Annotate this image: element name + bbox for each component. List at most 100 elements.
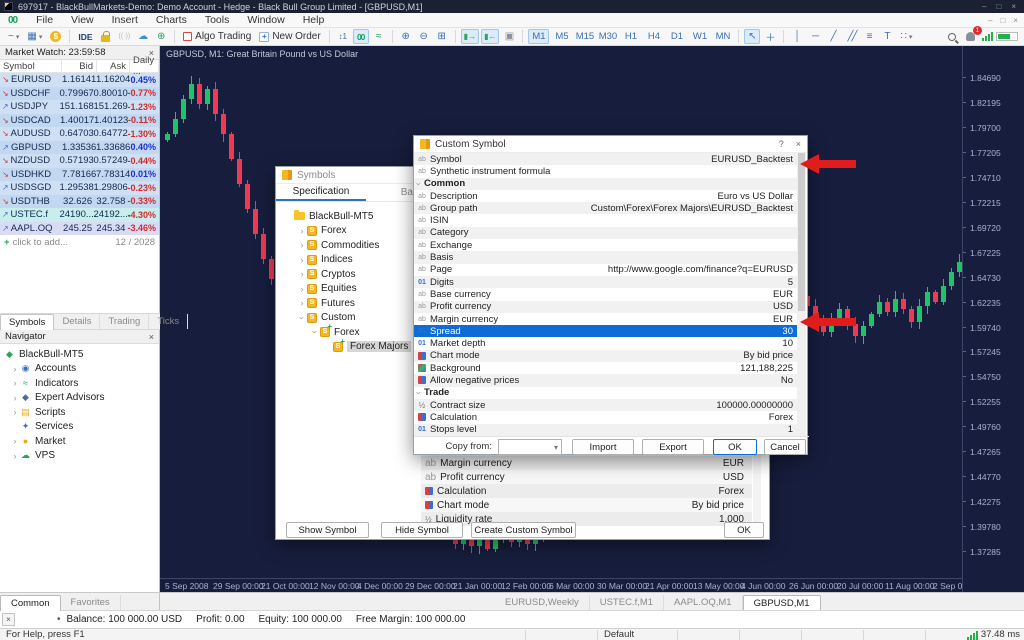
symbols-tree-item-forex-majors[interactable]: SForex Majors (284, 340, 421, 355)
tab-symbols[interactable]: Symbols (0, 314, 54, 330)
zoom-out-button[interactable]: ⊖ (416, 29, 432, 44)
deposit-button[interactable]: $ (47, 29, 64, 44)
help-button[interactable]: ? (779, 139, 784, 149)
symbols-tree-item-cryptos[interactable]: ›SCryptos (284, 267, 421, 282)
expand-chevron-icon[interactable]: › (297, 313, 307, 323)
ok-button[interactable]: OK (713, 439, 757, 455)
cancel-button[interactable]: Cancel (764, 439, 806, 455)
chart-tab-aapl-oq-m1[interactable]: AAPL.OQ,M1 (664, 595, 743, 610)
section-chevron-icon[interactable]: › (414, 179, 424, 189)
tab-favorites[interactable]: Favorites (61, 595, 121, 610)
trendline-tool-button[interactable]: ╱ (825, 29, 841, 44)
market-watch-row-aapl.oq[interactable]: ↗AAPL.OQ245.25245.34-3.46% (0, 222, 159, 236)
chart-shift-button[interactable]: ▮← (481, 29, 499, 44)
vertical-line-tool-button[interactable]: │ (789, 29, 805, 44)
close-button[interactable]: × (1011, 2, 1016, 11)
expand-chevron-icon[interactable]: › (297, 255, 307, 265)
market-watch-row-eurusd[interactable]: ↘EURUSD1.161411.162040.45% (0, 73, 159, 87)
timeframe-m30[interactable]: M30 (597, 29, 618, 44)
timeframe-m1[interactable]: M1 (528, 29, 549, 44)
column-bid[interactable]: Bid (62, 60, 97, 72)
menu-tools[interactable]: Tools (196, 14, 239, 26)
expand-chevron-icon[interactable]: › (297, 298, 307, 308)
symbols-tree-item-futures[interactable]: ›SFutures (284, 296, 421, 311)
custom-property-background[interactable]: Background121,188,225 (414, 362, 799, 374)
show-symbol-button[interactable]: Show Symbol (286, 522, 369, 538)
custom-property-margin-currency[interactable]: abMargin currencyEUR (414, 313, 799, 325)
search-button[interactable] (944, 29, 960, 44)
chart-type-button[interactable]: ~▾ (5, 29, 22, 44)
custom-property-description[interactable]: abDescriptionEuro vs US Dollar (414, 190, 799, 202)
import-button[interactable]: Import (572, 439, 634, 455)
timeframe-w1[interactable]: W1 (689, 29, 710, 44)
menu-insert[interactable]: Insert (103, 14, 147, 26)
custom-property-stops-level[interactable]: 01Stops level1 (414, 424, 799, 436)
market-watch-add-row[interactable]: + click to add... 12 / 2028 (0, 235, 159, 249)
web-terminal-button[interactable]: ⊕ (153, 29, 169, 44)
custom-symbol-scrollbar[interactable] (797, 153, 806, 436)
algo-trading-button[interactable]: Algo Trading (180, 29, 254, 44)
expand-chevron-icon[interactable]: › (297, 284, 307, 294)
copy-from-dropdown[interactable]: ▾ (498, 439, 562, 455)
chart-tab-ustec-f-m1[interactable]: USTEC.f,M1 (590, 595, 664, 610)
shapes-tool-button[interactable]: ∷▾ (897, 29, 915, 44)
navigator-item-expert-advisors[interactable]: ›◆Expert Advisors (0, 391, 159, 406)
create-custom-symbol-button[interactable]: Create Custom Symbol (471, 522, 576, 538)
toolbox-close-button[interactable]: × (2, 613, 15, 626)
custom-property-synthetic-instrument-formula[interactable]: abSynthetic instrument formula (414, 165, 799, 177)
candlestick-chart-button[interactable]: 00 (353, 29, 369, 44)
custom-property-category[interactable]: abCategory (414, 227, 799, 239)
expand-chevron-icon[interactable]: › (10, 451, 20, 461)
timeframe-h1[interactable]: H1 (620, 29, 641, 44)
fibonacci-tool-button[interactable]: ≡ (861, 29, 877, 44)
column-daily[interactable]: Daily ... (130, 60, 159, 72)
timeframe-m5[interactable]: M5 (551, 29, 572, 44)
symbols-tree-item-commodities[interactable]: ›SCommodities (284, 238, 421, 253)
signal-button[interactable]: ((·)) (116, 29, 134, 44)
property-row-chart-mode[interactable]: Chart modeBy bid price (421, 498, 752, 512)
timeframe-h4[interactable]: H4 (643, 29, 664, 44)
property-row-margin-currency[interactable]: abMargin currencyEUR (421, 456, 752, 470)
chart-tab-eurusd-weekly[interactable]: EURUSD,Weekly (495, 595, 590, 610)
navigator-item-indicators[interactable]: ›≈Indicators (0, 376, 159, 391)
symbols-ok-button[interactable]: OK (724, 522, 764, 538)
custom-symbol-close-icon[interactable]: × (796, 139, 801, 149)
menu-charts[interactable]: Charts (147, 14, 196, 26)
property-row-profit-currency[interactable]: abProfit currencyUSD (421, 470, 752, 484)
custom-property-isin[interactable]: abISIN (414, 214, 799, 226)
symbols-tree-item-forex[interactable]: ›SForex (284, 224, 421, 239)
property-row-calculation[interactable]: CalculationForex (421, 484, 752, 498)
child-minimize-button[interactable]: – (988, 16, 992, 25)
market-watch-row-usdsgd[interactable]: ↗USDSGD1.295381.29806-0.23% (0, 181, 159, 195)
auto-scroll-button[interactable]: ▮→ (461, 29, 479, 44)
custom-property-calculation[interactable]: CalculationForex (414, 411, 799, 423)
timeframe-m15[interactable]: M15 (574, 29, 595, 44)
custom-property-page[interactable]: abPagehttp://www.google.com/finance?q=EU… (414, 264, 799, 276)
custom-property-contract-size[interactable]: ½Contract size100000.00000000 (414, 399, 799, 411)
text-tool-button[interactable]: T (879, 29, 895, 44)
timeframe-d1[interactable]: D1 (666, 29, 687, 44)
notifications-button[interactable]: 1 (962, 29, 978, 44)
menu-file[interactable]: File (27, 14, 62, 26)
custom-property-exchange[interactable]: abExchange (414, 239, 799, 251)
symbols-tree-item-equities[interactable]: ›SEquities (284, 282, 421, 297)
market-watch-row-usdjpy[interactable]: ↗USDJPY151.168151.269-1.23% (0, 100, 159, 114)
expand-chevron-icon[interactable]: › (10, 378, 20, 388)
market-watch-row-audusd[interactable]: ↘AUDUSD0.647030.64772-1.30% (0, 127, 159, 141)
expand-chevron-icon[interactable]: › (10, 393, 20, 403)
channel-tool-button[interactable]: ╱╱ (843, 29, 859, 44)
expand-chevron-icon[interactable]: › (10, 436, 20, 446)
custom-property-symbol[interactable]: abSymbolEURUSD_Backtest (414, 153, 799, 165)
symbols-tree-item-forex[interactable]: ›SForex (284, 325, 421, 340)
custom-property-spread[interactable]: 01Spread30 (414, 325, 799, 337)
symbols-tab-specification[interactable]: Specification (276, 184, 366, 201)
section-common[interactable]: ›Common (414, 178, 799, 190)
horizontal-line-tool-button[interactable]: ─ (807, 29, 823, 44)
hide-symbol-button[interactable]: Hide Symbol (381, 522, 463, 538)
expand-chevron-icon[interactable]: › (10, 407, 20, 417)
custom-property-digits[interactable]: 01Digits5 (414, 276, 799, 288)
cursor-tool-button[interactable]: ↖ (744, 29, 760, 44)
lock-button[interactable] (98, 29, 114, 44)
line-chart-button[interactable]: ≈ (371, 29, 387, 44)
custom-property-allow-negative-prices[interactable]: Allow negative pricesNo (414, 374, 799, 386)
